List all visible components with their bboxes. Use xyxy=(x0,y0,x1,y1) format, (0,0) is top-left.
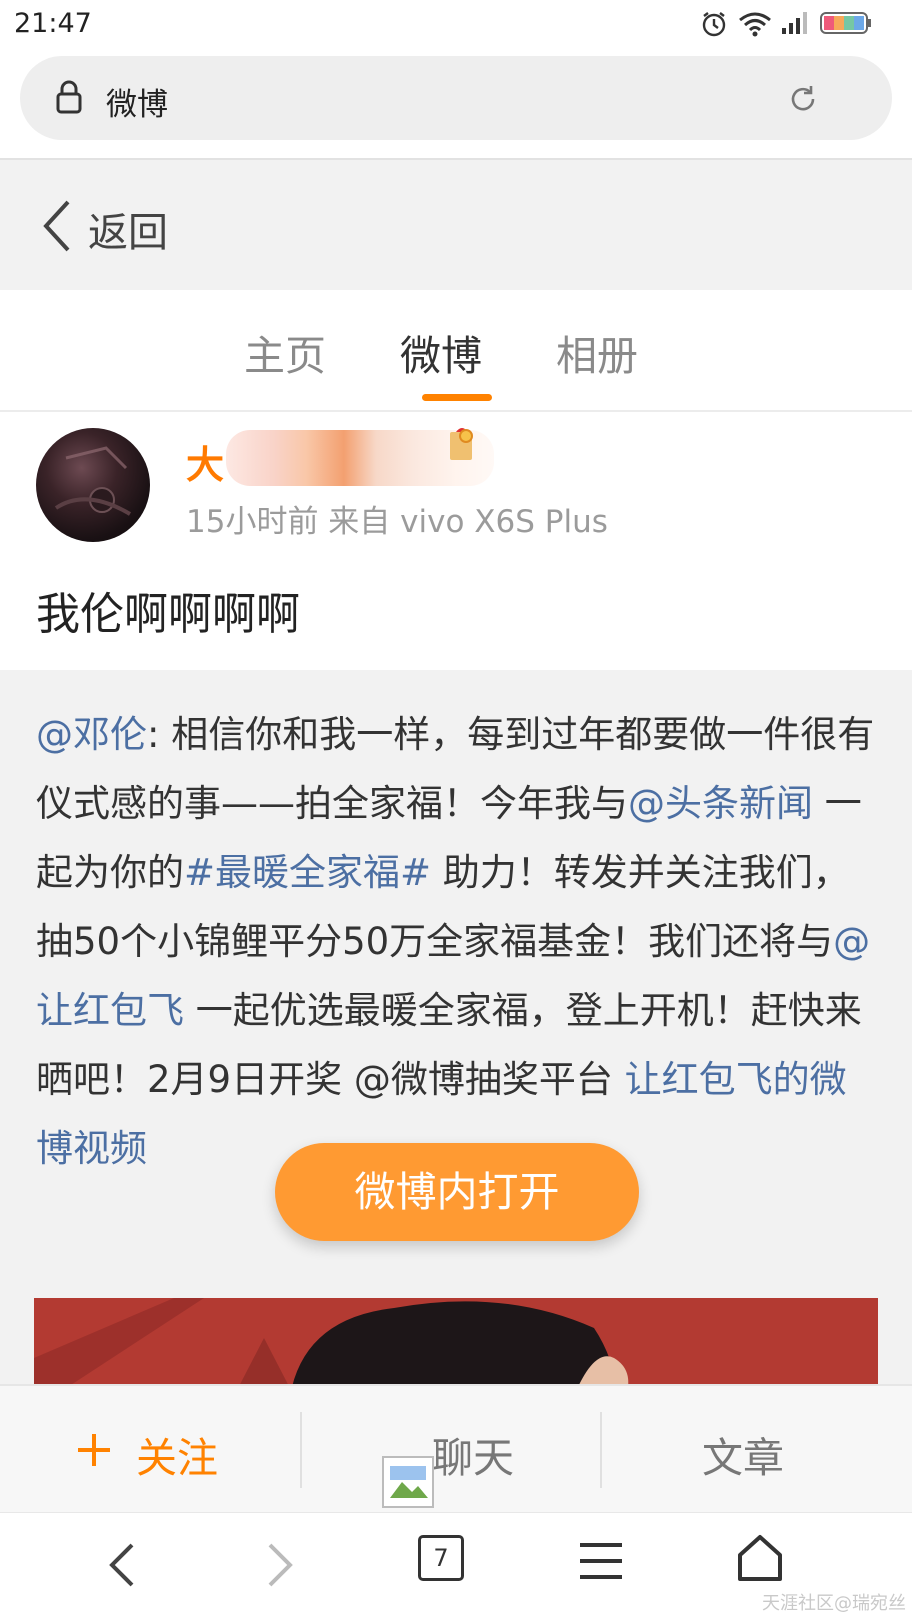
mention-link[interactable]: @邓伦 xyxy=(36,713,147,756)
menu-icon[interactable] xyxy=(578,1541,624,1581)
lock-icon xyxy=(56,80,82,114)
red-envelope-badge-icon xyxy=(450,428,473,460)
action-bar: 关注 聊天 文章 xyxy=(0,1384,912,1514)
repost-image[interactable] xyxy=(34,1298,878,1396)
watermark: 天涯社区@瑞宛丝 xyxy=(762,1593,906,1614)
active-tab-indicator xyxy=(422,394,492,401)
open-in-weibo-button[interactable]: 微博内打开 xyxy=(275,1143,639,1241)
user-name[interactable]: 大 xyxy=(186,434,224,489)
chat-button[interactable]: 聊天 xyxy=(432,1424,514,1484)
divider xyxy=(600,1412,602,1488)
status-bar: 21:47 xyxy=(0,0,912,50)
browser-address-area: 微博 xyxy=(0,50,912,160)
tab-weibo[interactable]: 微博 xyxy=(400,322,482,382)
back-button[interactable]: 返回 xyxy=(88,200,168,258)
follow-button[interactable]: 关注 xyxy=(136,1424,218,1484)
mention-link[interactable]: @头条新闻 xyxy=(628,782,813,825)
repost-text-segment: 抽奖平台 xyxy=(464,1058,625,1101)
hashtag-link[interactable]: #最暖全家福# xyxy=(184,851,431,894)
nav-forward-icon[interactable] xyxy=(262,1537,298,1593)
portrait-image xyxy=(34,1298,629,1396)
tab-album[interactable]: 相册 xyxy=(556,322,638,382)
wifi-icon xyxy=(739,12,771,37)
plus-icon[interactable] xyxy=(76,1432,112,1468)
home-icon[interactable] xyxy=(736,1533,784,1583)
signal-icon xyxy=(782,12,807,34)
tab-home[interactable]: 主页 xyxy=(244,322,326,382)
article-button[interactable]: 文章 xyxy=(702,1424,784,1484)
address-bar[interactable]: 微博 xyxy=(20,56,892,140)
status-time: 21:47 xyxy=(14,8,92,39)
avatar-image xyxy=(54,446,132,516)
post-text: 我伦啊啊啊啊 xyxy=(36,589,300,640)
tabs-count-button[interactable]: 7 xyxy=(418,1535,464,1581)
avatar[interactable] xyxy=(36,428,150,542)
alarm-icon xyxy=(702,12,726,37)
post-meta: 15小时前 来自 vivo X6S Plus xyxy=(186,504,608,540)
divider xyxy=(300,1412,302,1488)
profile-tabs: 主页 微博 相册 xyxy=(0,290,912,412)
back-arrow-icon[interactable] xyxy=(40,198,72,254)
address-title: 微博 xyxy=(106,87,168,123)
back-row[interactable]: 返回 xyxy=(0,160,912,290)
battery-icon xyxy=(820,12,871,34)
post-header: 大 15小时前 来自 vivo X6S Plus 我伦啊啊啊啊 xyxy=(0,412,912,670)
repost-text: @邓伦: 相信你和我一样，每到过年都要做一件很有仪式感的事——拍全家福！今年我与… xyxy=(36,700,878,1183)
repost-block[interactable]: @邓伦: 相信你和我一样，每到过年都要做一件很有仪式感的事——拍全家福！今年我与… xyxy=(0,670,912,1396)
browser-nav-bar: 7 天涯社区@瑞宛丝 xyxy=(0,1512,912,1622)
image-placeholder-icon xyxy=(390,1466,428,1498)
broken-image-icon xyxy=(382,1456,434,1508)
nav-back-icon[interactable] xyxy=(104,1537,140,1593)
reload-icon[interactable] xyxy=(786,82,820,116)
